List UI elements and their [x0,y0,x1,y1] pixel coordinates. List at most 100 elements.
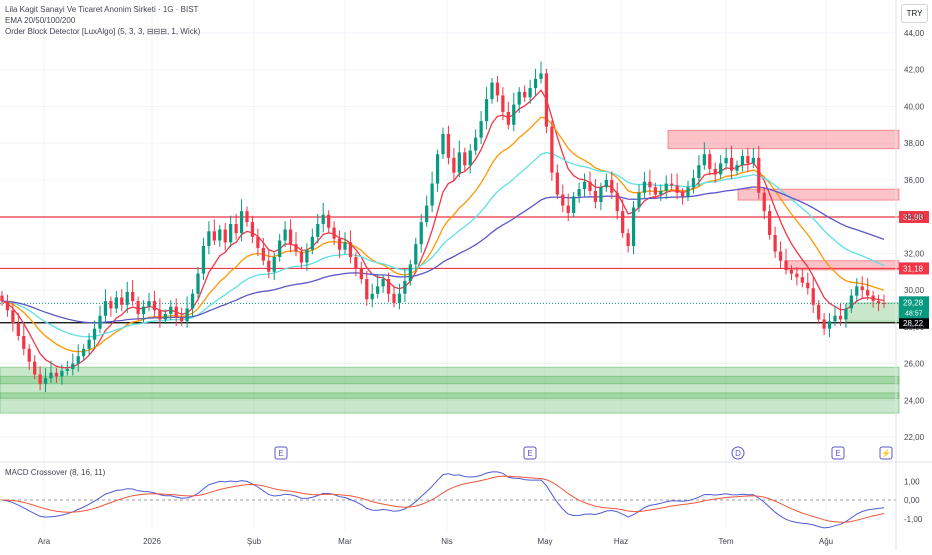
candle-body [337,238,342,250]
candle-body [555,172,559,195]
time-tick-label: Nis [441,537,453,546]
candle-body [740,156,745,166]
candle-body [822,319,826,329]
candle-body [566,205,570,213]
candle-body [316,223,320,237]
macd-indicator-label[interactable]: MACD Crossover (8, 16, 11) [5,468,105,477]
candle-body [659,190,663,195]
currency-button[interactable]: TRY [901,4,928,23]
price-tick-label: 34,00 [904,213,925,222]
candle-body [876,301,881,303]
event-marker[interactable]: D [731,446,745,460]
candle-body [795,273,799,278]
candle-body [125,291,129,305]
candle-body [811,288,815,305]
candle-body [239,211,244,234]
candle-body [27,348,31,362]
candle-body [245,211,249,223]
price-tick-label: 26,00 [904,360,925,369]
candle-body [397,293,402,303]
candle-body [16,323,20,336]
order-block-indicator-label[interactable]: Order Block Detector [LuxAlgo] (5, 3, 3,… [5,26,200,37]
candle-body [539,73,543,79]
chart-area[interactable]: 33,98 31,18 28,22 29,28 48:57 E E D E ⚡ 1,00 0,00… [0,0,932,550]
candle-body [288,229,293,245]
candle-body [615,192,619,212]
chart-legend: Lila Kagit Sanayi Ve Ticaret Anonim Sirk… [5,4,200,37]
event-marker-label: E [278,449,283,458]
price-tick-label: 36,00 [904,176,925,185]
countdown-label: 48:57 [905,310,923,317]
candle-body [746,156,750,164]
price-tick-label: 24,00 [904,396,925,405]
candle-body [310,236,314,250]
time-tick-label: Mar [338,537,352,546]
candle-body [708,154,712,169]
event-marker[interactable]: E [831,446,845,460]
candle-body [250,222,255,237]
candle-body [735,165,739,171]
candle-body [196,273,200,294]
candle-body [561,194,565,206]
event-marker[interactable]: E [274,446,288,460]
candle-body [506,111,510,125]
event-marker-label: D [735,449,741,458]
symbol-title[interactable]: Lila Kagit Sanayi Ve Ticaret Anonim Sirk… [5,4,200,15]
candle-body [103,301,108,316]
candle-body [76,356,80,364]
candle-body [425,205,429,223]
candle-body [768,211,772,235]
candle-body [637,192,641,208]
candle-body [599,187,603,202]
event-marker[interactable]: ⚡ [879,446,893,460]
price-tick-label: 38,00 [904,139,925,148]
candle-body [800,277,804,283]
ema-indicator-label[interactable]: EMA 20/50/100/200 [5,15,200,26]
candle-body [223,229,227,243]
candle-body [468,150,472,166]
time-tick-label: Ağu [819,537,833,546]
time-tick-label: May [537,537,552,546]
candle-body [474,137,478,151]
price-chart[interactable]: 33,9831,1828,2229,2848:57 E E D E ⚡ 1,000,00… [0,0,932,550]
candle-body [11,310,15,324]
candle-body [152,301,157,311]
candle-body [686,187,690,197]
candle-body [136,301,140,314]
candle-body [180,317,184,322]
candle-body [784,260,788,270]
candle-body [648,181,652,188]
candle-body [147,301,151,307]
candle-body [131,291,135,302]
price-level-label: 31,18 [903,264,924,273]
candle-body [33,361,37,375]
event-marker[interactable]: E [523,446,537,460]
candle-body [604,179,608,188]
candle-body [267,260,271,272]
price-tick-label: 28,00 [904,323,925,332]
candle-body [299,251,304,263]
candle-body [272,257,276,272]
candle-body [321,214,325,224]
candle-body [773,235,777,252]
candle-body [610,179,614,193]
candle-body [169,306,173,314]
candle-body [376,286,380,294]
candle-body [109,301,113,309]
candle-body [512,104,516,125]
candle-body [163,313,167,320]
event-marker-label: E [835,449,840,458]
candle-body [82,348,86,357]
candle-body [670,183,674,186]
candle-body [365,279,369,300]
candle-body [207,231,211,247]
candle-body [54,372,59,377]
order-block-zone [667,129,900,150]
time-tick-label: Tem [718,537,733,546]
candle-body [65,369,69,371]
candle-body [479,121,483,138]
candle-body [860,286,864,291]
candle-body [762,192,766,212]
candle-body [882,302,886,304]
candle-body [403,280,407,294]
